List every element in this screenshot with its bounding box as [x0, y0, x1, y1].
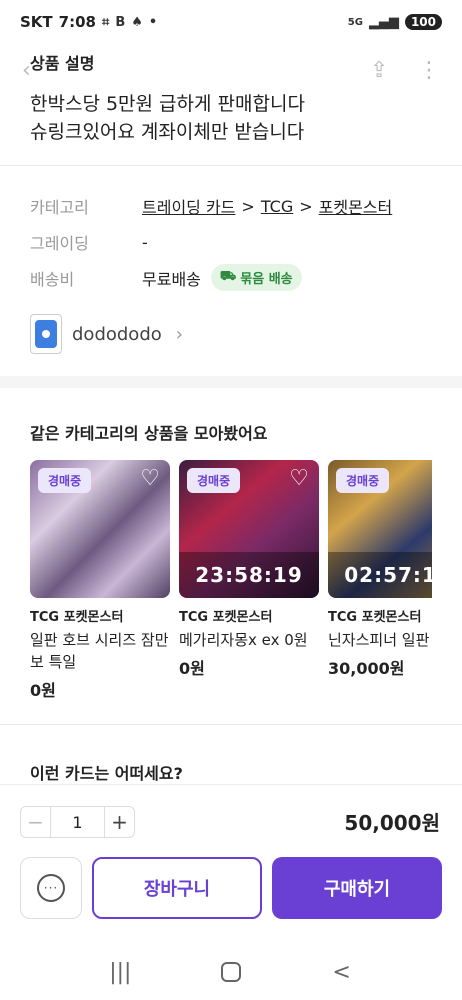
category-path: 트레이딩 카드 > TCG > 포켓몬스터 — [142, 194, 392, 218]
more-icon[interactable]: ⋮ — [418, 58, 440, 83]
product-price: 0원 — [179, 659, 205, 678]
purchase-panel: − 1 + 50,000원 ··· 장바구니 구매하기 — [0, 784, 462, 944]
grading-label: 그레이딩 — [30, 234, 89, 253]
quantity-value[interactable]: 1 — [51, 813, 104, 832]
description-title: 상품 설명 — [30, 54, 95, 73]
avatar — [30, 314, 62, 354]
truck-icon: ⛟ — [219, 269, 237, 284]
product-category: TCG 포켓몬스터 — [30, 610, 124, 625]
share-icon[interactable]: ⇪ — [370, 58, 388, 83]
back-nav-icon[interactable]: < — [322, 960, 362, 985]
related-title: 같은 카테고리의 상품을 모아봤어요 — [30, 424, 268, 443]
cart-button[interactable]: 장바구니 — [92, 857, 262, 919]
avatar-image — [35, 320, 57, 348]
grading-value: - — [142, 232, 148, 252]
recommend-title: 이런 카드는 어떠세요? — [30, 764, 183, 783]
battery-icon: 100 — [404, 14, 442, 30]
product-card[interactable]: 경매중 ♡ TCG 포켓몬스터 일판 호브 시리즈 잠만보 특일 0원 — [30, 460, 170, 700]
heart-icon[interactable]: ♡ — [289, 466, 309, 491]
product-name: 메가리자몽x ex 0원 — [179, 631, 308, 649]
bundle-shipping-badge: ⛟ 묶음 배송 — [210, 264, 302, 291]
description-line: 한박스당 5만원 급하게 판매합니다 — [30, 93, 305, 115]
section-divider — [0, 376, 462, 388]
clock: 7:08 — [58, 13, 96, 31]
product-thumbnail[interactable]: 경매중 ♡ 23:58:19 — [179, 460, 319, 598]
shipping-label: 배송비 — [30, 269, 75, 289]
grading-row: 그레이딩 - — [30, 230, 148, 254]
heart-icon[interactable]: ♡ — [140, 466, 160, 491]
category-row: 카테고리 트레이딩 카드 > TCG > 포켓몬스터 — [30, 194, 392, 218]
breadcrumb-separator: > — [241, 196, 255, 216]
product-category: TCG 포켓몬스터 — [179, 610, 273, 625]
product-price: 30,000원 — [328, 659, 405, 678]
network-label: 5G — [347, 16, 363, 28]
chevron-right-icon: › — [175, 323, 183, 345]
category-link-trading-card[interactable]: 트레이딩 카드 — [142, 194, 235, 218]
description-text: 한박스당 5만원 급하게 판매합니다 슈링크있어요 계좌이체만 받습니다 — [30, 90, 430, 146]
auction-tag: 경매중 — [38, 468, 92, 493]
divider — [0, 165, 462, 166]
signal-icon: ▂▄▆ — [368, 14, 399, 30]
related-products-carousel[interactable]: 경매중 ♡ TCG 포켓몬스터 일판 호브 시리즈 잠만보 특일 0원 경매중 … — [30, 460, 432, 700]
product-name: 닌자스피너 일판 — [328, 631, 430, 649]
product-category: TCG 포켓몬스터 — [328, 610, 422, 625]
status-bar: SKT 7:08 ⌗ B ♠ • 5G ▂▄▆ 100 — [0, 0, 462, 44]
shipping-row: 배송비 무료배송 ⛟ 묶음 배송 — [30, 264, 302, 291]
product-thumbnail[interactable]: 경매중 ♡ — [30, 460, 170, 598]
status-right: 5G ▂▄▆ 100 — [348, 14, 442, 30]
dot-icon: • — [148, 14, 158, 30]
increase-button[interactable]: + — [104, 807, 134, 837]
chat-icon: ··· — [37, 874, 65, 902]
buy-button[interactable]: 구매하기 — [272, 857, 442, 919]
shipping-value: 무료배송 ⛟ 묶음 배송 — [142, 264, 302, 291]
screenshot-icon: ⌗ — [101, 14, 110, 30]
product-price: 0원 — [30, 681, 56, 700]
category-link-pokemon[interactable]: 포켓몬스터 — [319, 194, 393, 218]
auction-timer: 23:58:19 — [179, 552, 319, 598]
status-left: SKT 7:08 ⌗ B ♠ • — [20, 13, 157, 31]
app-icon: ♠ — [131, 14, 143, 30]
quantity-stepper: − 1 + — [20, 806, 135, 838]
decrease-button[interactable]: − — [21, 807, 51, 837]
auction-timer: 02:57:19 — [328, 552, 432, 598]
bundle-shipping-label: 묶음 배송 — [240, 272, 293, 287]
shipping-fee: 무료배송 — [142, 269, 201, 289]
category-label: 카테고리 — [30, 198, 89, 217]
seller-link[interactable]: dodododo › — [30, 314, 183, 354]
category-link-tcg[interactable]: TCG — [261, 197, 293, 216]
seller-name: dodododo — [72, 323, 162, 345]
carrier: SKT — [20, 13, 53, 31]
total-price: 50,000원 — [344, 811, 440, 835]
b-icon: B — [115, 14, 126, 30]
divider — [0, 724, 462, 725]
recent-apps-icon[interactable]: ||| — [100, 960, 140, 985]
auction-tag: 경매중 — [187, 468, 241, 493]
breadcrumb-separator: > — [299, 196, 313, 216]
product-card[interactable]: 경매중 02:57:19 TCG 포켓몬스터 닌자스피너 일판 30,000원 — [328, 460, 432, 679]
description-line: 슈링크있어요 계좌이체만 받습니다 — [30, 121, 305, 143]
home-icon[interactable] — [220, 962, 241, 982]
product-thumbnail[interactable]: 경매중 02:57:19 — [328, 460, 432, 598]
product-card[interactable]: 경매중 ♡ 23:58:19 TCG 포켓몬스터 메가리자몽x ex 0원 0원 — [179, 460, 319, 679]
product-name: 일판 호브 시리즈 잠만보 특일 — [30, 631, 169, 671]
system-nav-bar: ||| < — [0, 944, 462, 1000]
auction-tag: 경매중 — [336, 468, 390, 493]
chat-button[interactable]: ··· — [20, 857, 82, 919]
